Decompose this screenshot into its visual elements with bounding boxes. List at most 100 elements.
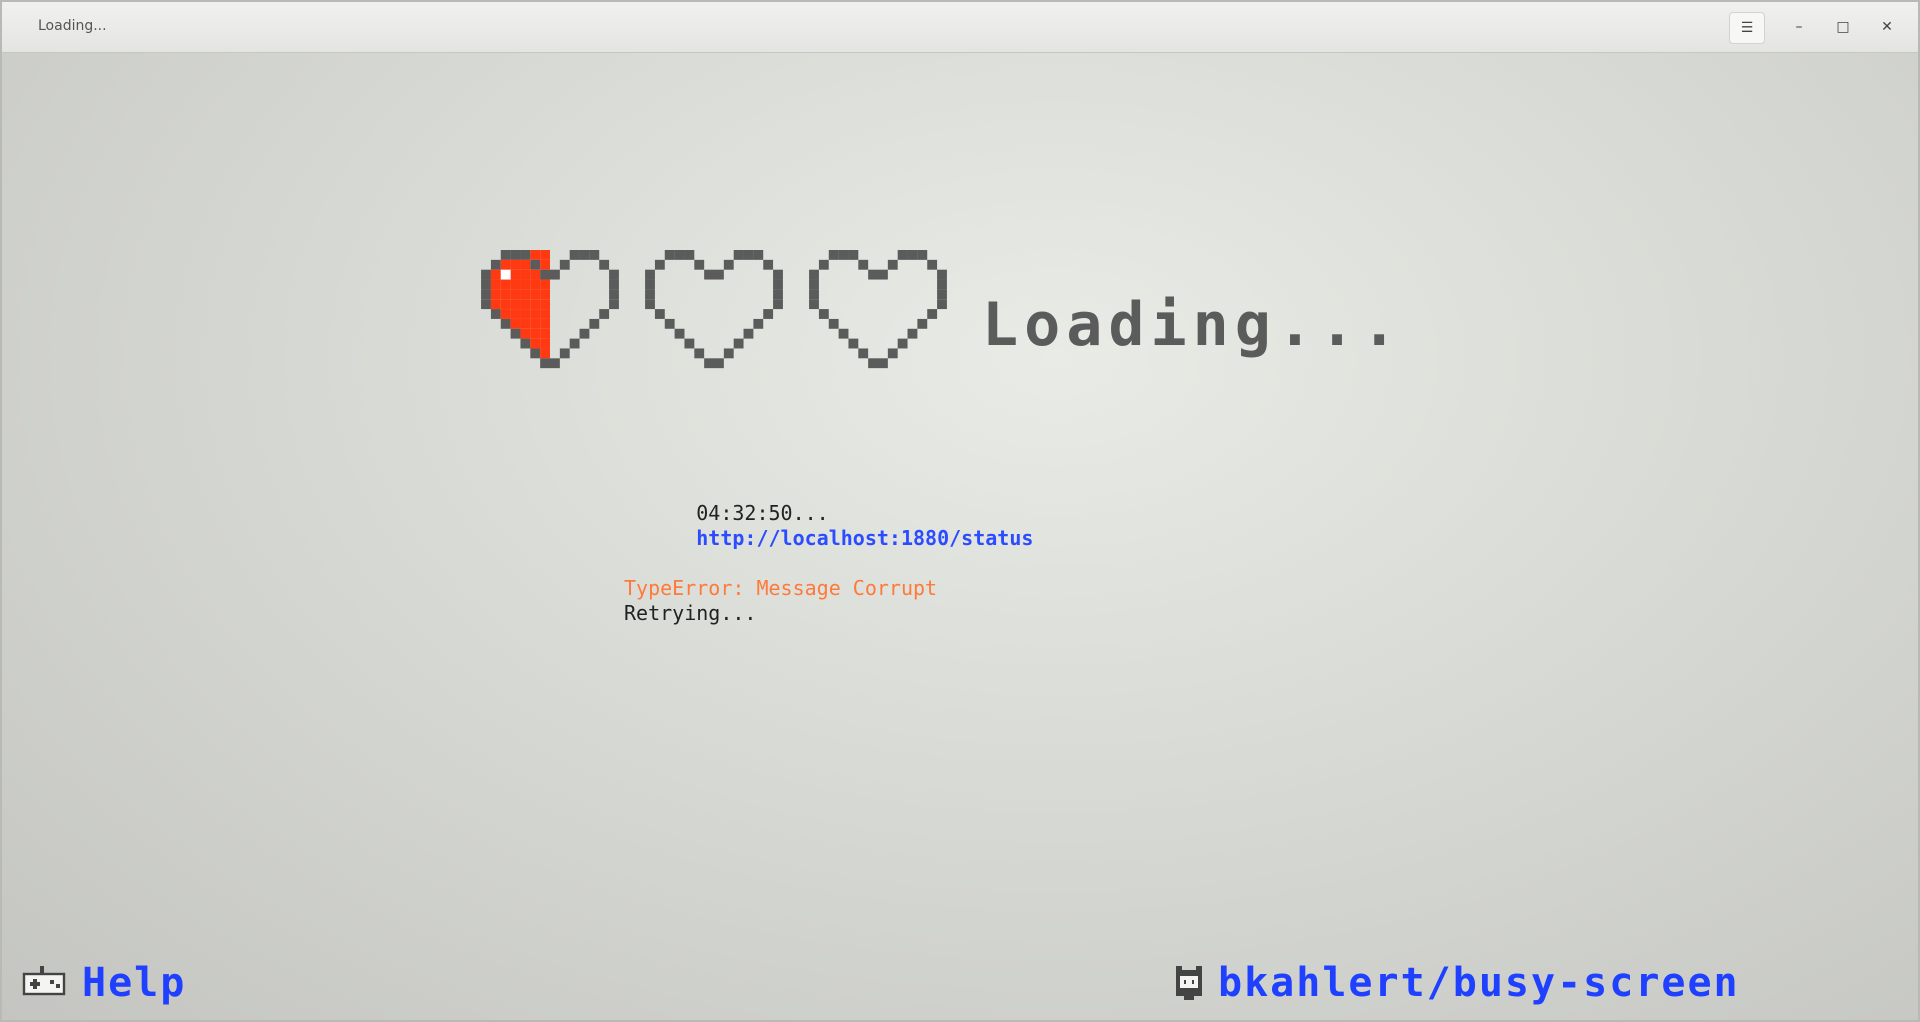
heart-pixel xyxy=(550,269,560,280)
heart-fill-pixel xyxy=(530,250,541,260)
heart-pixel xyxy=(664,318,675,329)
help-label: Help xyxy=(82,960,187,1006)
heart-pixel xyxy=(753,318,764,329)
minimize-button[interactable]: – xyxy=(1782,12,1816,42)
heart-pixel xyxy=(818,259,829,270)
close-icon: ✕ xyxy=(1881,19,1893,35)
heart-pixel xyxy=(848,250,859,260)
heart-pixel xyxy=(530,259,541,270)
heart-fill-pixel xyxy=(520,328,531,339)
heart-fill-pixel xyxy=(520,279,531,290)
heart-pixel xyxy=(500,250,511,260)
heart-pixel xyxy=(818,309,829,319)
heart-pixel xyxy=(907,250,918,260)
heart-highlight xyxy=(500,269,511,280)
heart-pixel xyxy=(704,269,714,280)
close-button[interactable]: ✕ xyxy=(1870,12,1904,42)
log-line: 04:32:50... http://localhost:1880/status xyxy=(624,476,1033,576)
maximize-button[interactable]: □ xyxy=(1826,12,1860,42)
heart-fill-pixel xyxy=(510,289,521,300)
heart-pixel xyxy=(858,348,869,359)
heart-fill-pixel xyxy=(510,309,521,319)
repo-label: bkahlert/busy-screen xyxy=(1218,960,1740,1006)
timestamp: 04:32:50... xyxy=(696,501,829,525)
heart-pixel xyxy=(917,318,928,329)
heart-pixel xyxy=(645,269,655,280)
heart-pixel xyxy=(907,328,918,339)
heart-pixel xyxy=(540,269,550,280)
heart-fill-pixel xyxy=(530,299,541,310)
github-octocat-icon xyxy=(1176,966,1202,1000)
heart-pixel xyxy=(773,279,783,290)
heart-fill-pixel xyxy=(490,279,501,290)
heart-fill-pixel xyxy=(520,318,531,329)
heart-pixel xyxy=(868,358,878,369)
heart-fill-pixel xyxy=(500,309,511,319)
status-url-link[interactable]: http://localhost:1880/status xyxy=(696,526,1033,550)
heart-fill-pixel xyxy=(530,328,541,339)
heart-pixel xyxy=(763,309,774,319)
heart-fill-pixel xyxy=(520,269,531,280)
heart-pixel xyxy=(937,279,947,290)
heart-pixel xyxy=(530,348,541,359)
heart-pixel xyxy=(838,250,849,260)
heart-pixel xyxy=(887,259,898,270)
heart-pixel xyxy=(773,289,783,300)
heart-pixel xyxy=(897,338,908,349)
heart-pixel xyxy=(579,250,590,260)
heart-pixel xyxy=(694,259,705,270)
heart-pixel xyxy=(684,250,695,260)
heart-pixel xyxy=(609,289,619,300)
heart-pixel xyxy=(868,269,878,280)
heart-fill-pixel xyxy=(510,269,521,280)
heart-fill-pixel xyxy=(520,299,531,310)
heart-pixel xyxy=(694,348,705,359)
heart-icon xyxy=(645,250,783,369)
hamburger-menu-icon: ☰ xyxy=(1740,20,1754,36)
heart-fill-pixel xyxy=(500,279,511,290)
menu-button[interactable]: ☰ xyxy=(1729,12,1765,44)
repo-link[interactable]: bkahlert/busy-screen xyxy=(1174,960,1740,1006)
heart-pixel xyxy=(609,299,619,310)
heart-pixel xyxy=(838,328,849,339)
heart-pixel xyxy=(599,259,610,270)
heart-pixel xyxy=(937,289,947,300)
heart-pixel xyxy=(510,250,521,260)
heart-pixel xyxy=(654,259,665,270)
heart-pixel xyxy=(645,279,655,290)
heart-pixel xyxy=(733,338,744,349)
heart-pixel xyxy=(714,358,724,369)
heart-pixel xyxy=(704,358,714,369)
heart-fill-pixel xyxy=(500,289,511,300)
heart-pixel xyxy=(878,358,888,369)
heart-fill-pixel xyxy=(540,338,550,349)
status-log: 04:32:50... http://localhost:1880/status… xyxy=(624,476,1033,626)
heart-pixel xyxy=(809,279,819,290)
heart-pixel xyxy=(490,309,501,319)
heart-pixel xyxy=(550,358,560,369)
heart-fill-pixel xyxy=(520,289,531,300)
heart-pixel xyxy=(714,269,724,280)
heart-pixel xyxy=(645,289,655,300)
heart-pixel xyxy=(763,259,774,270)
heart-fill-pixel xyxy=(530,338,541,349)
heart-pixel xyxy=(481,299,491,310)
heart-pixel xyxy=(773,299,783,310)
window-title: Loading... xyxy=(38,18,107,34)
app-window: Loading... ☰ – □ ✕ Loading... 04:32:50..… xyxy=(0,0,1920,1022)
heart-pixel xyxy=(599,309,610,319)
heart-fill-pixel xyxy=(530,269,541,280)
heart-fill-pixel xyxy=(490,289,501,300)
heart-pixel xyxy=(490,259,501,270)
heart-pixel xyxy=(569,338,580,349)
heart-pixel xyxy=(848,338,859,349)
heart-pixel xyxy=(674,328,685,339)
heart-fill-pixel xyxy=(490,299,501,310)
help-link[interactable]: Help xyxy=(20,960,186,1006)
heart-fill-pixel xyxy=(530,279,541,290)
heart-pixel xyxy=(540,358,550,369)
heart-pixel xyxy=(520,338,531,349)
heart-pixel xyxy=(897,250,908,260)
heart-pixel xyxy=(858,259,869,270)
maximize-icon: □ xyxy=(1836,19,1850,35)
